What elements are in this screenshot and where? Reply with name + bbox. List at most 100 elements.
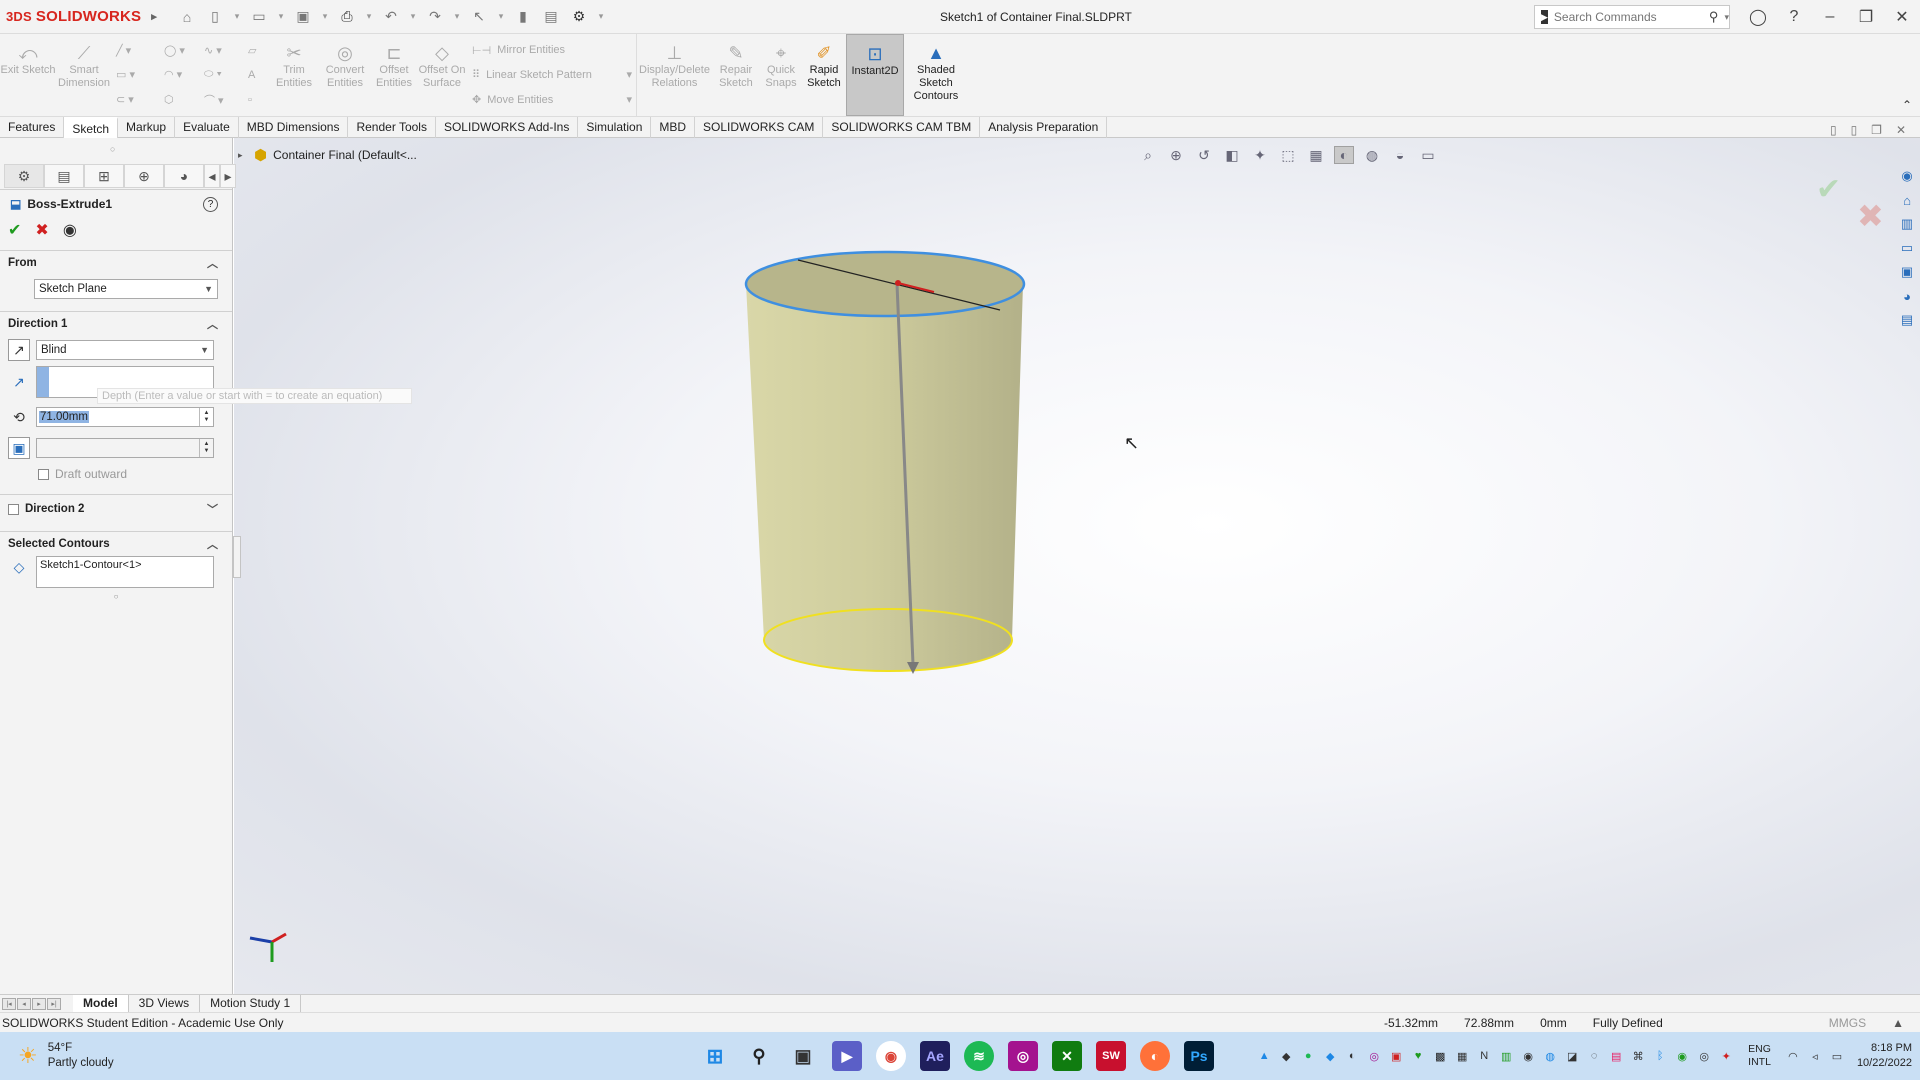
draft-angle-spinner[interactable]: ▲ ▼ (36, 438, 214, 458)
tray-app-icon[interactable]: ▦ (1454, 1048, 1470, 1064)
chevron-down-icon[interactable]: ▼ (204, 284, 213, 294)
contour-list-item[interactable]: Sketch1-Contour<1> (40, 559, 142, 571)
tile-left-icon[interactable]: ▯ (1830, 123, 1837, 137)
tab-solidworks-addins[interactable]: SOLIDWORKS Add-Ins (436, 117, 579, 139)
next-tab-icon[interactable]: ▸ (32, 997, 46, 1010)
tab-mbd-dimensions[interactable]: MBD Dimensions (239, 117, 349, 139)
tray-app-icon[interactable]: N (1476, 1048, 1492, 1064)
zoom-to-fit-icon[interactable]: ⌕ (1138, 146, 1158, 164)
text-icon[interactable]: A (248, 64, 264, 86)
restore-icon[interactable]: ❐ (1848, 7, 1884, 27)
cancel-x-icon[interactable]: ✖ (35, 220, 48, 240)
polygon-icon[interactable]: ⬡ (164, 89, 196, 111)
tray-app-icon[interactable]: ♥ (1410, 1048, 1426, 1064)
weather-widget[interactable]: ☀ 54°F Partly cloudy (18, 1041, 114, 1071)
tray-app-icon[interactable]: ✦ (1718, 1048, 1734, 1064)
draft-on-off-icon[interactable]: ▣ (8, 437, 30, 459)
task-view-icon[interactable]: ▣ (788, 1041, 818, 1071)
tab-markup[interactable]: Markup (118, 117, 176, 139)
mirror-entities-button[interactable]: ⊢⊣ Mirror Entities (472, 39, 632, 61)
volume-icon[interactable]: ◃ (1807, 1048, 1823, 1064)
trim-entities-button[interactable]: ✂ Trim Entities (268, 34, 320, 116)
tab-scroll-right-icon[interactable]: ▸ (220, 164, 236, 188)
tray-app-icon[interactable]: ◉ (1520, 1048, 1536, 1064)
chevron-down-icon[interactable]: ▾ (277, 8, 285, 26)
tab-sketch[interactable]: Sketch (64, 117, 119, 139)
fillet-icon[interactable]: ⌒ ▾ (204, 89, 240, 111)
configuration-manager-tab-icon[interactable]: ⊞ (84, 164, 124, 188)
smart-dimension-button[interactable]: ⟋ Smart Dimension (56, 34, 112, 116)
spline-icon[interactable]: ∿ ▾ (204, 39, 240, 61)
expand-arrow-icon[interactable]: ▸ (238, 150, 248, 161)
open-folder-icon[interactable]: ▭ (249, 8, 269, 26)
tray-app-icon[interactable]: ◐ (1344, 1048, 1360, 1064)
first-tab-icon[interactable]: |◂ (2, 997, 16, 1010)
resize-handle-icon[interactable]: ○ (0, 592, 232, 601)
display-manager-tab-icon[interactable]: ◕ (164, 164, 204, 188)
direction2-checkbox[interactable] (8, 503, 19, 515)
chevron-down-icon[interactable]: ▾ (626, 93, 632, 106)
circle-icon[interactable]: ◯ ▾ (164, 39, 196, 61)
chevron-down-icon[interactable]: ▾ (1724, 12, 1729, 23)
solidworks-resources-icon[interactable]: ◉ (1894, 166, 1920, 186)
save-icon[interactable]: ▣ (293, 8, 313, 26)
file-explorer-icon[interactable]: ▥ (1894, 214, 1920, 234)
search-icon[interactable]: ⚲ (744, 1041, 774, 1071)
draft-outward-checkbox[interactable] (38, 468, 49, 480)
end-condition-select[interactable]: Blind ▼ (36, 340, 214, 360)
arc-icon[interactable]: ◠ ▾ (164, 64, 196, 86)
xbox-icon[interactable]: ✕ (1052, 1041, 1082, 1071)
direction2-header[interactable]: Direction 2 ﹀ (0, 495, 232, 523)
rebuild-icon[interactable]: ▮ (513, 8, 533, 26)
tray-app-icon[interactable]: ▤ (1608, 1048, 1624, 1064)
tab-solidworks-cam[interactable]: SOLIDWORKS CAM (695, 117, 824, 139)
detailed-preview-eye-icon[interactable]: ◉ (63, 220, 77, 240)
top-face[interactable] (744, 250, 1026, 318)
language-indicator[interactable]: ENG INTL (1748, 1043, 1771, 1069)
tray-app-icon[interactable]: ◆ (1278, 1048, 1294, 1064)
line-icon[interactable]: ╱ ▾ (116, 39, 156, 61)
user-account-icon[interactable]: ◯ (1740, 7, 1776, 27)
tray-app-icon[interactable]: ◪ (1564, 1048, 1580, 1064)
spotify-icon[interactable]: ≋ (964, 1041, 994, 1071)
tray-app-icon[interactable]: ◍ (1542, 1048, 1558, 1064)
reverse-direction-icon[interactable]: ↗ (8, 339, 30, 361)
tab-model[interactable]: Model (73, 994, 129, 1013)
zoom-to-area-icon[interactable]: ⊕ (1166, 146, 1186, 164)
view-palette-icon[interactable]: ▭ (1894, 238, 1920, 258)
tab-features[interactable]: Features (0, 117, 65, 139)
view-orientation-icon[interactable]: ⬚ (1278, 146, 1298, 164)
chevron-down-icon[interactable]: ▾ (497, 8, 505, 26)
tab-simulation[interactable]: Simulation (578, 117, 652, 139)
plane-icon[interactable]: ▱ (248, 39, 264, 61)
section-view-icon[interactable]: ◧ (1222, 146, 1242, 164)
quick-tips-icon[interactable]: ▲ (1892, 1016, 1904, 1030)
ok-check-icon[interactable]: ✔ (8, 220, 21, 240)
search-commands-box[interactable]: ▶ ⚲ ▾ (1534, 5, 1730, 29)
chevron-down-icon[interactable]: ▾ (409, 8, 417, 26)
unit-system[interactable]: MMGS (1829, 1016, 1866, 1030)
search-input[interactable] (1553, 10, 1709, 24)
chevron-down-icon[interactable]: ▾ (365, 8, 373, 26)
tray-app-icon[interactable]: ▥ (1498, 1048, 1514, 1064)
tray-app-icon[interactable]: ◎ (1696, 1048, 1712, 1064)
solidworks-logo[interactable]: 3DS SOLIDWORKS ▸ (6, 8, 157, 25)
undo-icon[interactable]: ↶ (381, 8, 401, 26)
convert-entities-button[interactable]: ◎ Convert Entities (320, 34, 370, 116)
dynamic-annotation-icon[interactable]: ✦ (1250, 146, 1270, 164)
options-gear-icon[interactable]: ⚙ (569, 8, 589, 26)
slot-icon[interactable]: ⊂ ▾ (116, 89, 156, 111)
tray-app-icon[interactable]: ◉ (1674, 1048, 1690, 1064)
move-entities-button[interactable]: ✥ Move Entities ▾ (472, 89, 632, 111)
tab-motion-study[interactable]: Motion Study 1 (200, 994, 302, 1013)
google-drive-icon[interactable]: ▲ (1256, 1048, 1272, 1064)
tab-scroll-left-icon[interactable]: ◂ (204, 164, 220, 188)
tray-app-icon[interactable]: ▣ (1388, 1048, 1404, 1064)
panel-splitter[interactable] (233, 536, 241, 578)
chevron-down-icon[interactable]: ▾ (321, 8, 329, 26)
collapse-chevron-icon[interactable]: ︿ (207, 536, 218, 552)
tab-3d-views[interactable]: 3D Views (129, 994, 201, 1013)
depth-value[interactable]: 71.00mm (39, 411, 89, 423)
collapse-chevron-icon[interactable]: ︿ (207, 316, 218, 332)
help-icon[interactable]: ? (203, 196, 218, 212)
